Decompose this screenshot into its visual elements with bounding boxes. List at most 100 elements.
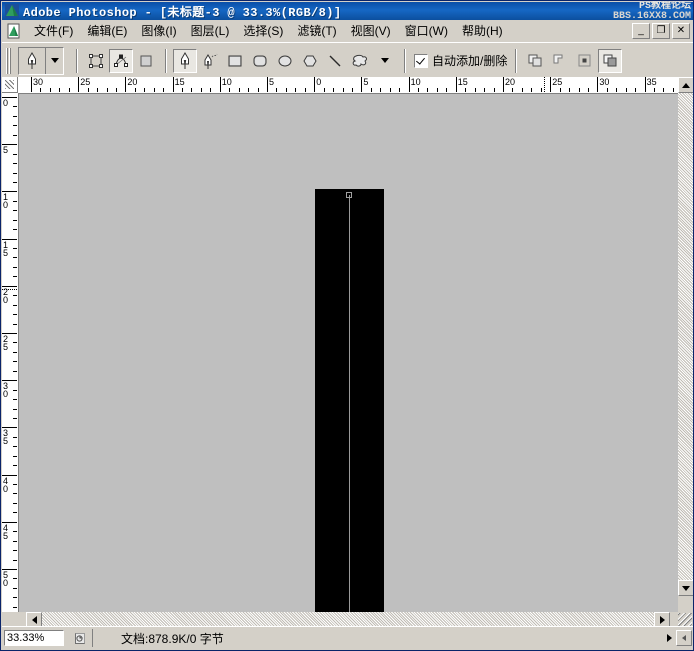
path-anchor-top[interactable] <box>346 192 352 198</box>
status-resize-handle[interactable] <box>676 630 692 646</box>
ruler-origin-corner[interactable] <box>2 77 18 93</box>
tool-preset-chevron-down-icon[interactable] <box>46 47 63 74</box>
line-tool-button[interactable] <box>323 48 347 73</box>
ruler-v-minor-tick <box>13 502 17 504</box>
menu-layer[interactable]: 图层(L) <box>184 20 237 42</box>
ruler-h-minor-tick <box>484 88 486 92</box>
ruler-v-minor-tick <box>13 304 17 306</box>
fill-pixels-icon <box>138 53 154 69</box>
fill-pixels-button[interactable] <box>134 48 158 73</box>
close-button[interactable]: ✕ <box>672 23 690 39</box>
menu-file[interactable]: 文件(F) <box>27 20 80 42</box>
ruler-h-minor-tick <box>578 88 580 92</box>
ruler-h-major-tick <box>455 77 457 92</box>
ruler-h-minor-tick <box>68 88 70 92</box>
ruler-h-major-tick <box>125 77 127 92</box>
ellipse-icon <box>277 54 293 68</box>
ruler-h-minor-tick <box>59 88 61 92</box>
ruler-v-minor-tick <box>13 276 17 278</box>
menu-select[interactable]: 选择(S) <box>236 20 290 42</box>
menu-help[interactable]: 帮助(H) <box>455 20 510 42</box>
ruler-v-minor-tick <box>13 446 17 448</box>
ellipse-tool-button[interactable] <box>273 48 297 73</box>
restore-button[interactable]: ❐ <box>652 23 670 39</box>
document-icon[interactable] <box>6 23 22 39</box>
ruler-h-major-tick <box>172 77 174 92</box>
photoshop-icon[interactable] <box>5 4 19 18</box>
ruler-h-minor-tick <box>465 88 467 92</box>
geometry-options-chevron-down-icon[interactable] <box>373 48 397 73</box>
ruler-v-label: 5 <box>3 145 9 156</box>
scroll-down-button[interactable] <box>678 580 693 596</box>
ruler-v-minor-tick <box>13 465 17 467</box>
ruler-h-minor-tick <box>200 88 202 92</box>
arrow-down-icon <box>682 585 690 591</box>
ruler-h-minor-tick <box>87 88 89 92</box>
document-size-icon[interactable] <box>68 629 93 647</box>
rectangle-tool-button[interactable] <box>223 48 247 73</box>
auto-add-delete-checkbox-group[interactable]: 自动添加/删除 <box>414 52 507 69</box>
ruler-h-minor-tick <box>144 88 146 92</box>
tool-preset-picker[interactable] <box>18 46 64 75</box>
shape-layers-button[interactable] <box>84 48 108 73</box>
ruler-h-major-tick <box>267 77 268 92</box>
minimize-button[interactable]: _ <box>632 23 650 39</box>
ruler-h-major-tick <box>361 77 363 92</box>
ruler-v-minor-tick <box>13 266 17 268</box>
vertical-scrollbar[interactable] <box>678 77 693 612</box>
ruler-h-label: 30 <box>33 77 44 87</box>
menu-view[interactable]: 视图(V) <box>344 20 398 42</box>
vertical-ruler[interactable]: 0 5 10 15 20 25 30 35 40 45 50 <box>2 93 19 612</box>
ruler-h-label: 30 <box>599 77 610 87</box>
vertical-scroll-track[interactable] <box>678 93 693 580</box>
polygon-tool-button[interactable] <box>298 48 322 73</box>
ruler-h-minor-tick <box>257 88 259 92</box>
status-bar: 33.33% 文档:878.9K/0 字节 <box>2 626 693 649</box>
zoom-level-input[interactable]: 33.33% <box>4 630 64 646</box>
freeform-pen-tool-button[interactable] <box>198 48 222 73</box>
intersect-path-areas-button[interactable] <box>573 48 598 73</box>
window-resize-grip[interactable] <box>678 613 692 627</box>
canvas-viewport[interactable] <box>19 94 678 612</box>
ruler-h-label: 20 <box>505 77 516 87</box>
menu-filter[interactable]: 滤镜(T) <box>290 20 343 42</box>
pen-path-line[interactable] <box>349 195 350 612</box>
exclude-shape-icon <box>602 53 618 68</box>
subtract-from-path-area-button[interactable] <box>548 48 573 73</box>
ruler-h-label: 25 <box>80 77 91 87</box>
ruler-h-cursor-marker <box>544 77 546 92</box>
ruler-h-minor-tick <box>427 88 429 92</box>
auto-add-delete-label: 自动添加/删除 <box>432 54 508 68</box>
auto-add-delete-checkbox[interactable] <box>414 53 428 68</box>
ruler-v-minor-tick <box>13 370 17 372</box>
ruler-h-minor-tick <box>521 88 523 92</box>
horizontal-ruler[interactable]: 30 25 20 15 10 5 0 5 10 15 20 25 30 35 <box>18 77 678 94</box>
paths-button[interactable] <box>109 48 133 73</box>
ruler-h-label: 20 <box>127 77 138 87</box>
ruler-v-minor-tick <box>13 229 17 231</box>
polygon-icon <box>302 54 318 68</box>
ruler-h-minor-tick <box>191 88 193 92</box>
ruler-h-minor-tick <box>304 88 306 92</box>
add-to-path-area-button[interactable] <box>523 48 548 73</box>
ruler-v-minor-tick <box>13 531 17 533</box>
ruler-h-minor-tick <box>493 88 495 92</box>
left-triangle-icon <box>682 635 686 641</box>
options-bar-grip[interactable] <box>6 47 13 74</box>
rounded-rectangle-tool-button[interactable] <box>248 48 272 73</box>
ruler-h-major-tick <box>31 77 32 92</box>
pen-tool-button[interactable] <box>173 48 197 73</box>
scroll-up-button[interactable] <box>678 77 693 93</box>
ruler-h-minor-tick <box>323 88 325 92</box>
pen-tool-icon <box>19 47 46 74</box>
menu-window[interactable]: 窗口(W) <box>398 20 455 42</box>
ruler-h-minor-tick <box>531 88 533 92</box>
exclude-overlapping-areas-button[interactable] <box>598 48 623 73</box>
ruler-h-label: 10 <box>221 77 232 87</box>
status-menu-button[interactable] <box>662 629 676 647</box>
title-bar[interactable]: Adobe Photoshop - [未标题-3 @ 33.3%(RGB/8)] <box>2 2 693 20</box>
menu-edit[interactable]: 编辑(E) <box>80 20 134 42</box>
options-separator-2 <box>165 48 167 73</box>
menu-image[interactable]: 图像(I) <box>134 20 183 42</box>
custom-shape-tool-button[interactable] <box>348 48 372 73</box>
